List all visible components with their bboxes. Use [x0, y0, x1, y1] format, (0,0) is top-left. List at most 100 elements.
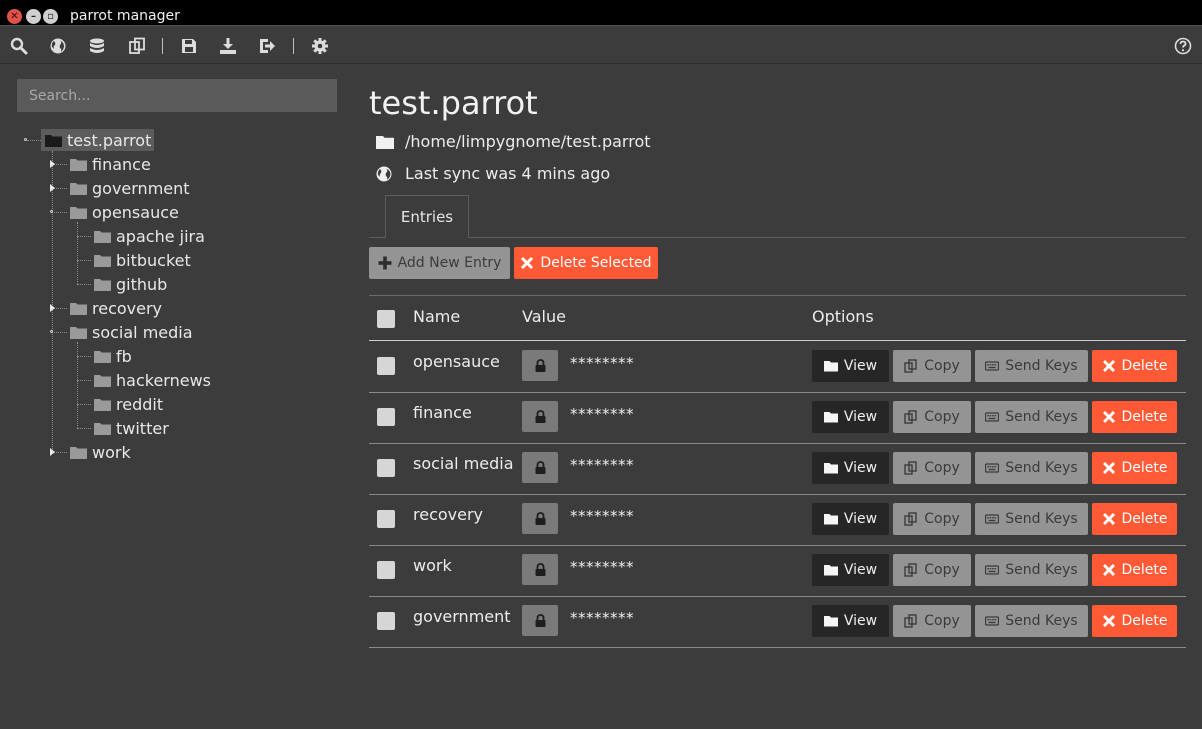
delete-button[interactable]: Delete — [1092, 554, 1177, 586]
view-button[interactable]: View — [812, 401, 889, 433]
collapsed-caret-icon[interactable] — [50, 184, 55, 192]
row-checkbox[interactable] — [377, 357, 395, 375]
select-all-checkbox[interactable] — [377, 310, 395, 328]
delete-label: Delete — [1121, 409, 1168, 425]
folder-icon — [70, 326, 87, 339]
delete-button[interactable]: Delete — [1092, 350, 1177, 382]
clone-icon[interactable] — [128, 37, 146, 55]
view-button[interactable]: View — [812, 554, 889, 586]
lock-icon[interactable] — [522, 452, 558, 483]
tree-node-label: hackernews — [116, 370, 211, 390]
tree-node-label: apache jira — [116, 226, 205, 246]
database-icon[interactable] — [88, 37, 106, 55]
delete-button[interactable]: Delete — [1092, 605, 1177, 637]
table-row: finance ******** View Copy Send Keys Delete — [369, 393, 1186, 444]
minimize-window-button[interactable]: – — [26, 9, 41, 24]
close-window-button[interactable]: ✕ — [7, 9, 22, 24]
tree-node-reddit[interactable]: reddit — [94, 393, 163, 415]
gear-icon[interactable] — [311, 37, 329, 55]
copy-button[interactable]: Copy — [893, 350, 971, 382]
tree-node-apache-jira[interactable]: apache jira — [94, 225, 205, 247]
row-checkbox[interactable] — [377, 408, 395, 426]
send-keys-button[interactable]: Send Keys — [975, 605, 1088, 637]
lock-icon[interactable] — [522, 503, 558, 534]
column-header-value: Value — [522, 307, 566, 326]
view-button[interactable]: View — [812, 350, 889, 382]
send-keys-button[interactable]: Send Keys — [975, 350, 1088, 382]
help-icon[interactable] — [1174, 37, 1192, 55]
lock-icon[interactable] — [522, 554, 558, 585]
clone-icon — [904, 410, 918, 424]
tree-node-government[interactable]: government — [70, 177, 190, 199]
row-checkbox[interactable] — [377, 510, 395, 528]
row-checkbox[interactable] — [377, 612, 395, 630]
tree-node-opensauce[interactable]: opensauce — [70, 201, 179, 223]
copy-button[interactable]: Copy — [893, 605, 971, 637]
expanded-toggle[interactable] — [50, 330, 53, 333]
folder-icon — [94, 374, 111, 387]
collapsed-caret-icon[interactable] — [50, 448, 55, 456]
folder-icon — [823, 359, 838, 373]
tree-node-twitter[interactable]: twitter — [94, 417, 169, 439]
lock-icon[interactable] — [522, 350, 558, 381]
save-icon[interactable] — [180, 37, 198, 55]
copy-button[interactable]: Copy — [893, 401, 971, 433]
search-input[interactable] — [17, 79, 337, 112]
row-checkbox[interactable] — [377, 459, 395, 477]
send-keys-button[interactable]: Send Keys — [975, 401, 1088, 433]
tree-guide — [52, 332, 67, 333]
delete-button[interactable]: Delete — [1092, 452, 1177, 484]
folder-icon — [823, 614, 838, 628]
collapsed-caret-icon[interactable] — [50, 304, 55, 312]
tree-node-hackernews[interactable]: hackernews — [94, 369, 211, 391]
tree-node-github[interactable]: github — [94, 273, 167, 295]
delete-button[interactable]: Delete — [1092, 503, 1177, 535]
search-icon[interactable] — [10, 37, 28, 55]
tree-node-social-media[interactable]: social media — [70, 321, 193, 343]
send-keys-button[interactable]: Send Keys — [975, 554, 1088, 586]
copy-button[interactable]: Copy — [893, 452, 971, 484]
send-keys-button[interactable]: Send Keys — [975, 503, 1088, 535]
tree-root-node[interactable]: test.parrot — [41, 129, 155, 151]
maximize-window-button[interactable]: ▫ — [43, 9, 58, 24]
tree-node-work[interactable]: work — [70, 441, 131, 463]
tree-node-fb[interactable]: fb — [94, 345, 132, 367]
tree-node-bitbucket[interactable]: bitbucket — [94, 249, 191, 271]
folder-icon — [823, 410, 838, 424]
copy-button[interactable]: Copy — [893, 503, 971, 535]
row-checkbox[interactable] — [377, 561, 395, 579]
tree-guide — [77, 284, 91, 285]
folder-icon — [70, 158, 87, 171]
tab-entries[interactable]: Entries — [385, 195, 469, 238]
tree-node-label: bitbucket — [116, 250, 191, 270]
view-button[interactable]: View — [812, 605, 889, 637]
lock-icon[interactable] — [522, 605, 558, 636]
view-button[interactable]: View — [812, 452, 889, 484]
plus-icon — [378, 256, 392, 270]
title-bar: ✕ – ▫ parrot manager — [0, 0, 1202, 26]
send-keys-button[interactable]: Send Keys — [975, 452, 1088, 484]
delete-selected-button[interactable]: Delete Selected — [514, 247, 658, 279]
tree-node-recovery[interactable]: recovery — [70, 297, 162, 319]
globe-icon[interactable] — [49, 37, 67, 55]
tree-node-label: recovery — [92, 298, 163, 318]
view-label: View — [843, 613, 878, 629]
delete-button[interactable]: Delete — [1092, 401, 1177, 433]
keyboard-icon — [985, 563, 1000, 577]
lock-icon[interactable] — [522, 401, 558, 432]
file-path-row: /home/limpygnome/test.parrot — [376, 132, 651, 151]
keyboard-icon — [985, 461, 1000, 475]
expanded-toggle[interactable] — [24, 138, 27, 141]
keyboard-icon — [985, 410, 1000, 424]
view-button[interactable]: View — [812, 503, 889, 535]
collapsed-caret-icon[interactable] — [50, 160, 55, 168]
add-new-entry-button[interactable]: Add New Entry — [369, 247, 510, 279]
sign-out-icon[interactable] — [258, 37, 276, 55]
tree-node-finance[interactable]: finance — [70, 153, 151, 175]
send-keys-label: Send Keys — [1005, 358, 1078, 374]
expanded-toggle[interactable] — [50, 210, 53, 213]
folder-icon — [823, 461, 838, 475]
folder-icon — [45, 134, 62, 147]
download-icon[interactable] — [219, 37, 237, 55]
copy-button[interactable]: Copy — [893, 554, 971, 586]
